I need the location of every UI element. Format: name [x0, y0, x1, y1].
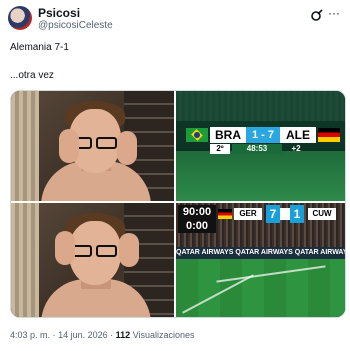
team-right: CUW — [308, 208, 336, 220]
scoreboard: BRA 1 - 7 ALE — [186, 127, 342, 143]
hand-left — [59, 129, 79, 163]
score-left: 7 — [266, 205, 280, 223]
tweet-text-line2: ...otra vez — [10, 70, 54, 81]
avatar[interactable] — [8, 6, 32, 30]
tweet-media[interactable]: BRA 1 - 7 ALE 2º 48:53 +2 QATAR AIRWAYS … — [10, 90, 346, 318]
footer-separator: · — [110, 330, 114, 340]
team-left: BRA — [210, 127, 246, 143]
author-names: Psicosi @psicosiCeleste — [38, 7, 113, 32]
glasses — [71, 245, 119, 257]
meme-panel-bottom-left — [11, 203, 174, 317]
pitch — [176, 151, 345, 201]
scoreboard: 90:00 0:00 GER 7 1 CUW — [178, 205, 345, 235]
grok-icon[interactable] — [310, 8, 324, 22]
media-divider — [174, 91, 176, 317]
meme-panel-bottom-right: QATAR AIRWAYS QATAR AIRWAYS QATAR AIRWAY… — [176, 203, 345, 317]
score-separator — [280, 208, 290, 220]
tweet-date[interactable]: 14 jun. 2026 — [58, 330, 108, 340]
meme-panel-top-left — [11, 91, 174, 201]
added-time: +2 — [291, 144, 301, 153]
more-icon[interactable]: ··· — [328, 7, 342, 22]
germany-flag-icon — [218, 209, 232, 219]
crowd — [176, 91, 345, 121]
meme-panel-top-right: BRA 1 - 7 ALE 2º 48:53 +2 — [176, 91, 345, 201]
author-display-name[interactable]: Psicosi — [38, 7, 113, 20]
hand-left — [55, 231, 75, 265]
tweet-footer: 4:03 p. m. · 14 jun. 2026 · 112 Visualiz… — [10, 330, 195, 340]
curtain — [11, 91, 39, 201]
footer-separator: · — [52, 330, 56, 340]
team-left: GER — [234, 208, 262, 220]
views-count: 112 — [115, 330, 131, 340]
score-right: 1 — [290, 205, 304, 223]
score: 1 - 7 — [246, 127, 280, 143]
hand-right — [119, 233, 139, 267]
brazil-flag-icon — [186, 128, 208, 142]
team-right: ALE — [280, 127, 316, 143]
media-divider — [11, 201, 345, 203]
germany-flag-icon — [318, 128, 340, 142]
hand-right — [117, 131, 137, 165]
added-time-clock: 0:00 — [178, 219, 216, 233]
half-indicator: 2º — [210, 144, 230, 154]
curtain — [11, 203, 39, 317]
ad-boards: QATAR AIRWAYS QATAR AIRWAYS QATAR AIRWAY… — [176, 247, 345, 259]
tweet-text-line1: Alemania 7-1 — [10, 42, 69, 53]
match-clock: 90:00 — [178, 205, 216, 219]
tweet-time[interactable]: 4:03 p. m. — [10, 330, 50, 340]
views-label: Visualizaciones — [132, 330, 195, 340]
match-clock-bar: 2º 48:53 +2 — [210, 144, 310, 154]
author-handle[interactable]: @psicosiCeleste — [38, 20, 113, 32]
tweet-header: Psicosi @psicosiCeleste ··· — [8, 6, 342, 36]
match-clock: 48:53 — [232, 144, 282, 154]
